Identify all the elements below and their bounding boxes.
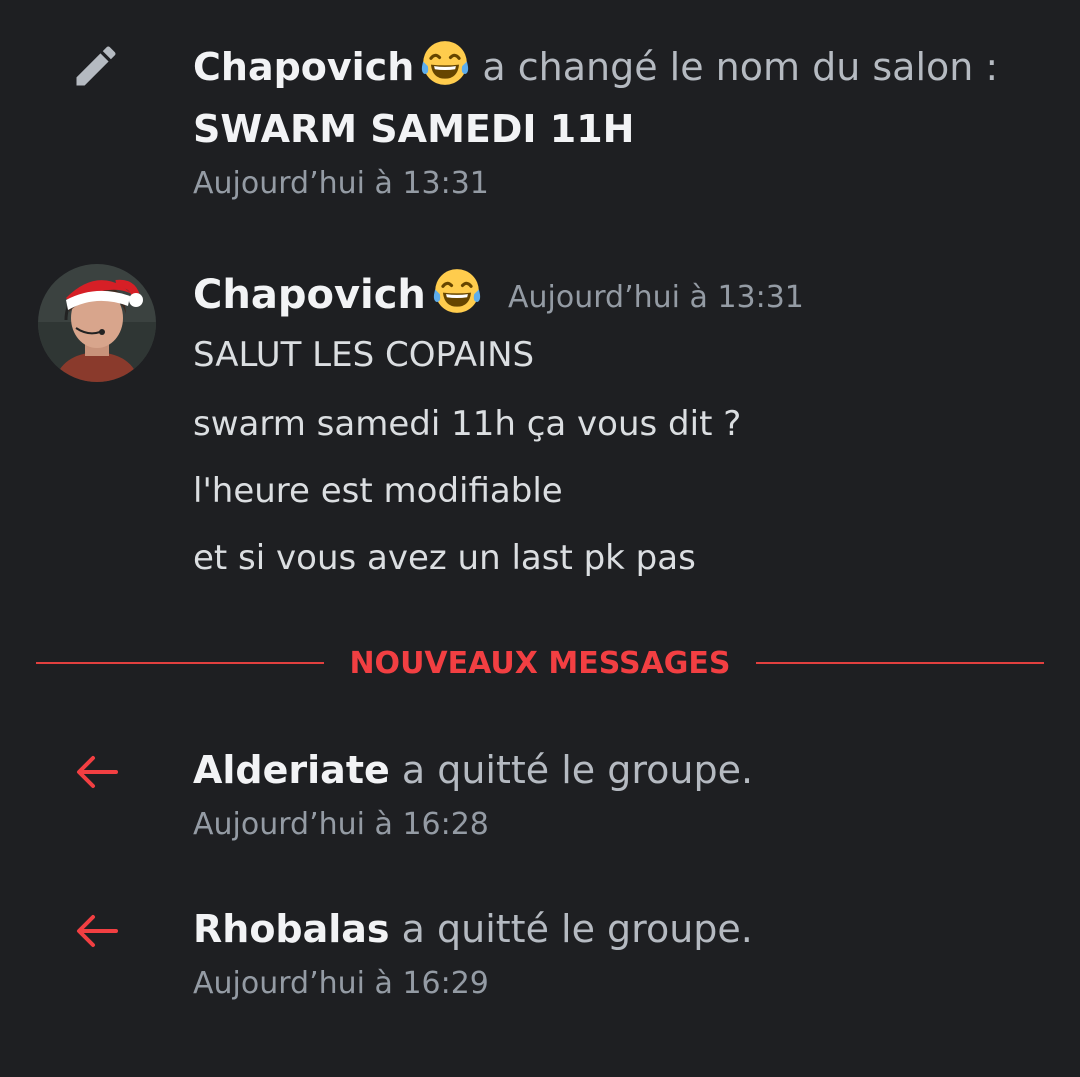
rename-user-name[interactable]: Chapovich xyxy=(193,45,414,89)
rename-timestamp: Aujourd’hui à 13:31 xyxy=(193,166,489,201)
message-timestamp: Aujourd’hui à 13:31 xyxy=(508,280,804,315)
message-line: SALUT LES COPAINS xyxy=(193,335,535,375)
channel-name: SWARM SAMEDI 11H xyxy=(193,107,635,151)
rename-event-line: Chapovich a changé le nom du salon : xyxy=(193,38,998,91)
new-messages-divider-right xyxy=(756,662,1044,664)
leave-user-name[interactable]: Rhobalas xyxy=(193,907,390,951)
user-avatar[interactable] xyxy=(36,262,158,384)
message-line: l'heure est modifiable xyxy=(193,471,563,511)
message-line: swarm samedi 11h ça vous dit ? xyxy=(193,404,742,444)
leave-action-text: a quitté le groupe. xyxy=(401,748,754,792)
leave-timestamp: Aujourd’hui à 16:29 xyxy=(193,966,489,1001)
leave-timestamp: Aujourd’hui à 16:28 xyxy=(193,807,489,842)
leave-event-line: Alderiate a quitté le groupe. xyxy=(193,746,753,794)
joy-emoji-icon xyxy=(420,38,470,88)
leave-action-text: a quitté le groupe. xyxy=(401,907,753,951)
arrow-left-icon xyxy=(76,755,118,789)
new-messages-divider-label: NOUVEAUX MESSAGES xyxy=(349,646,731,681)
rename-action-text: a changé le nom du salon : xyxy=(482,45,999,89)
arrow-left-icon xyxy=(76,914,118,948)
message-line: et si vous avez un last pk pas xyxy=(193,538,696,578)
message-author[interactable]: Chapovich xyxy=(193,266,482,321)
leave-user-name[interactable]: Alderiate xyxy=(193,748,390,792)
new-messages-divider-left xyxy=(36,662,324,664)
pencil-icon xyxy=(70,40,122,92)
leave-event-line: Rhobalas a quitté le groupe. xyxy=(193,905,753,953)
joy-emoji-icon xyxy=(432,266,482,316)
